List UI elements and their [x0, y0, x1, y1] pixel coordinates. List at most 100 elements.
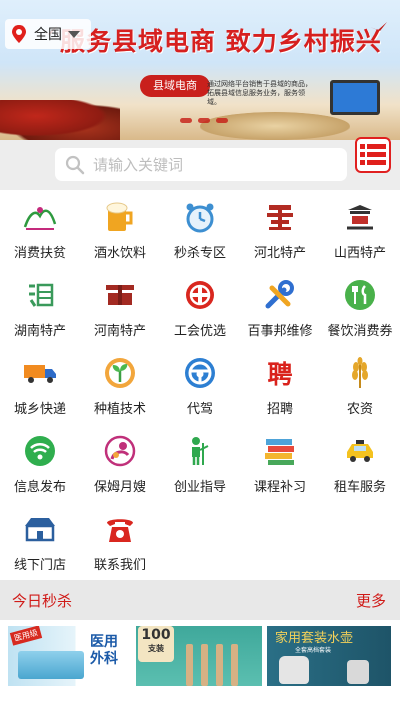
category-item[interactable]: 课程补习 [240, 426, 320, 504]
category-label: 联系我们 [93, 558, 146, 573]
storefront-icon [21, 512, 59, 546]
chili-image [0, 100, 120, 140]
category-label: 创业指导 [173, 480, 226, 495]
hunan-logo-icon [21, 278, 59, 312]
carousel-dots [180, 118, 228, 123]
category-label: 信息发布 [13, 480, 66, 495]
location-city: 全国 [34, 27, 62, 43]
product-tag: 医用级 [9, 626, 43, 646]
wifi-icon [21, 434, 59, 468]
category-item[interactable]: 酒水饮料 [80, 192, 160, 270]
category-item[interactable]: 城乡快递 [0, 348, 80, 426]
category-label: 山西特产 [333, 246, 386, 261]
seckill-product-list: 医用级 医用外科 100 支装 家用套装水壶 全套高档套装 [0, 626, 400, 686]
hebei-logo-icon [261, 200, 299, 234]
category-item[interactable]: 联系我们 [80, 504, 160, 582]
wrench-icon [261, 278, 299, 312]
product-text: 家用套装水壶 [275, 631, 354, 646]
product-text: 医用外科 [90, 634, 118, 667]
grain-image [200, 112, 350, 140]
category-label: 工会优选 [173, 324, 226, 339]
hire-icon: 聘 [267, 360, 293, 389]
location-selector[interactable]: 全国 [5, 19, 91, 49]
chopstick-image [216, 644, 223, 686]
union-badge-icon [181, 278, 219, 312]
search-icon [65, 155, 85, 174]
beer-icon [101, 200, 139, 234]
category-label: 城乡快递 [13, 402, 66, 417]
category-label: 招聘 [266, 402, 293, 417]
location-pin-icon [12, 25, 26, 43]
product-subtext: 全套高档套装 [295, 647, 332, 654]
category-item[interactable]: 种植技术 [80, 348, 160, 426]
category-menu-button[interactable] [355, 137, 391, 173]
mother-baby-icon [101, 434, 139, 468]
category-grid: 消费扶贫 酒水饮料 秒杀专区 河北特产 山西特产 湖南特产 河南特产 工会优选 … [0, 192, 400, 582]
category-item[interactable]: 聘 招聘 [240, 348, 320, 426]
shanxi-logo-icon [341, 200, 379, 234]
category-item[interactable]: 湖南特产 [0, 270, 80, 348]
kettle-image [347, 660, 369, 684]
category-label: 秒杀专区 [173, 246, 226, 261]
telephone-icon [101, 512, 139, 546]
category-item[interactable]: 线下门店 [0, 504, 80, 582]
list-menu-icon [360, 144, 386, 165]
henan-logo-icon [101, 278, 139, 312]
category-item[interactable]: 工会优选 [160, 270, 240, 348]
category-label: 代驾 [186, 402, 213, 417]
product-count: 100 支装 [138, 626, 174, 662]
poverty-relief-icon [21, 200, 59, 234]
seckill-title: 今日秒杀 [12, 591, 73, 610]
more-link[interactable]: 更多 [356, 590, 386, 611]
category-item[interactable]: 代驾 [160, 348, 240, 426]
product-card[interactable]: 医用级 医用外科 [8, 626, 131, 686]
category-item[interactable]: 保姆月嫂 [80, 426, 160, 504]
banner-badge: 县域电商 [140, 75, 210, 97]
category-label: 消费扶贫 [13, 246, 66, 261]
category-label: 河北特产 [253, 246, 306, 261]
category-item[interactable]: 河北特产 [240, 192, 320, 270]
category-label: 百事邦维修 [247, 324, 313, 339]
teacher-icon [181, 434, 219, 468]
alarm-clock-icon [181, 200, 219, 234]
category-item[interactable]: 消费扶贫 [0, 192, 80, 270]
category-label: 湖南特产 [13, 324, 66, 339]
bottom-area [0, 686, 400, 710]
books-icon [261, 434, 299, 468]
product-card[interactable]: 家用套装水壶 全套高档套装 [267, 626, 391, 686]
fork-knife-icon [341, 278, 379, 312]
chopstick-image [231, 644, 238, 686]
steering-wheel-icon [181, 356, 219, 390]
category-label: 租车服务 [333, 480, 386, 495]
mask-box-image [18, 651, 84, 679]
seckill-header: 今日秒杀 更多 [0, 580, 400, 620]
category-label: 酒水饮料 [93, 246, 146, 261]
search-input[interactable] [93, 155, 333, 174]
category-item[interactable]: 秒杀专区 [160, 192, 240, 270]
product-card[interactable]: 100 支装 [136, 626, 262, 686]
category-label: 农资 [346, 402, 373, 417]
category-item[interactable]: 餐饮消费券 [320, 270, 400, 348]
taxi-icon [341, 434, 379, 468]
category-label: 河南特产 [93, 324, 146, 339]
category-label: 种植技术 [93, 402, 146, 417]
category-item[interactable]: 河南特产 [80, 270, 160, 348]
chopstick-image [186, 644, 193, 686]
category-label: 保姆月嫂 [93, 480, 146, 495]
category-item[interactable]: 百事邦维修 [240, 270, 320, 348]
category-label: 课程补习 [253, 480, 306, 495]
category-item[interactable]: 信息发布 [0, 426, 80, 504]
search-bar-row [0, 140, 400, 190]
kettle-image [279, 656, 309, 684]
category-label: 餐饮消费券 [327, 324, 393, 339]
category-item[interactable]: 山西特产 [320, 192, 400, 270]
category-item[interactable]: 创业指导 [160, 426, 240, 504]
banner-description: 通过网络平台销售于县域的商品，拓展县域信息服务业务，服务领域。 [207, 80, 312, 106]
category-item[interactable]: 农资 [320, 348, 400, 426]
category-label: 线下门店 [13, 558, 66, 573]
chevron-down-icon [68, 30, 80, 38]
chopstick-image [201, 644, 208, 686]
truck-icon [21, 356, 59, 390]
search-box[interactable] [55, 148, 347, 181]
category-item[interactable]: 租车服务 [320, 426, 400, 504]
